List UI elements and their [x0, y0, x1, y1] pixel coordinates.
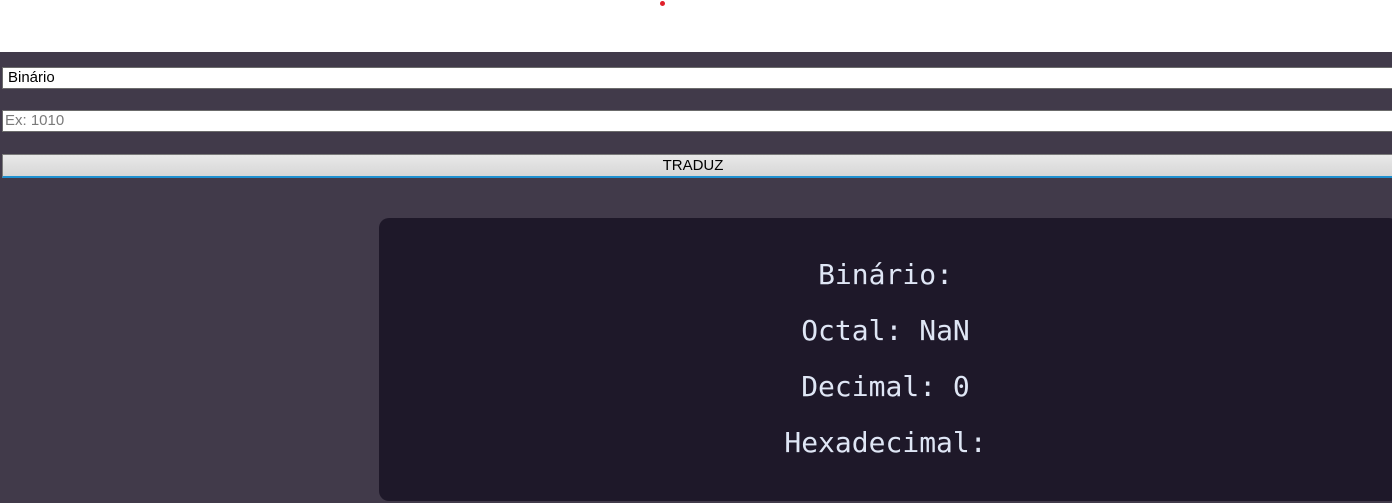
base-select[interactable]: Binário: [2, 67, 1392, 89]
red-dot-marker: [660, 1, 665, 6]
result-octal: Octal: NaN: [801, 314, 970, 347]
number-input-placeholder: Ex: 1010: [5, 112, 65, 129]
converter-section: Binário Ex: 1010 TRADUZ Binário: Octal: …: [0, 52, 1392, 503]
number-input[interactable]: Ex: 1010: [2, 110, 1392, 132]
result-decimal: Decimal: 0: [801, 370, 970, 403]
base-select-value: Binário: [8, 69, 55, 86]
translate-button[interactable]: TRADUZ: [2, 154, 1392, 178]
result-hexadecimal: Hexadecimal:: [784, 426, 987, 459]
results-panel: Binário: Octal: NaN Decimal: 0 Hexadecim…: [379, 218, 1392, 501]
result-binary: Binário:: [818, 258, 953, 291]
